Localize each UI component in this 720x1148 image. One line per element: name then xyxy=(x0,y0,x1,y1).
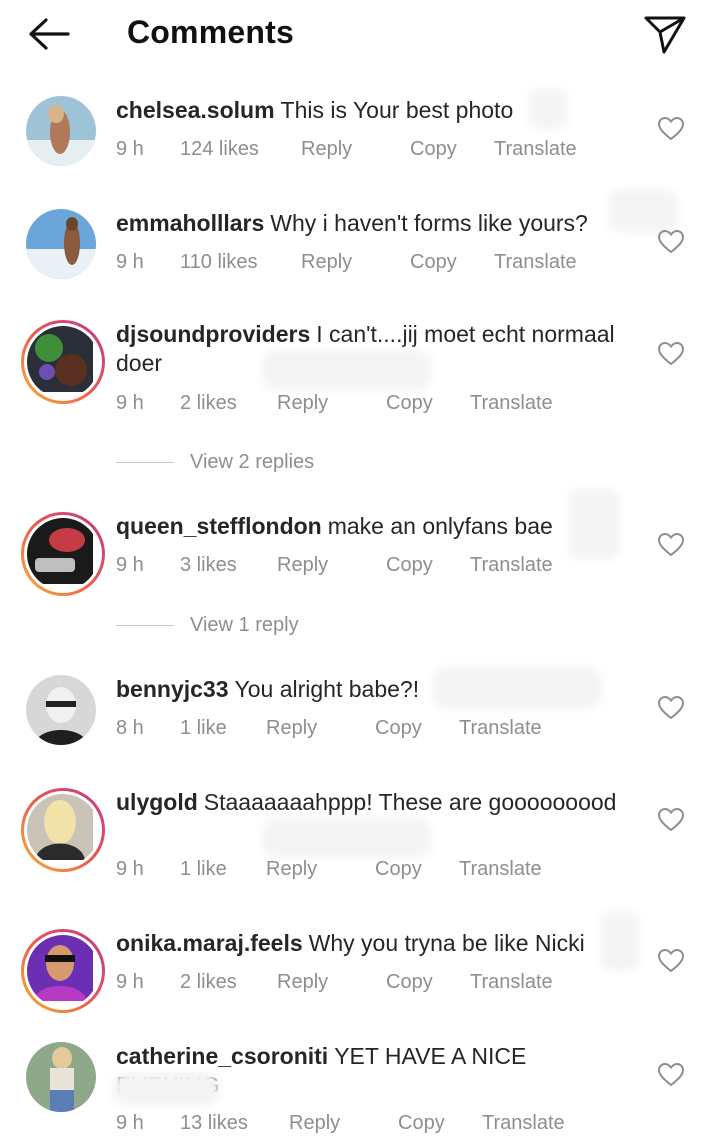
reply-button[interactable]: Reply xyxy=(301,251,410,274)
comment-meta: 9 h 1 like Reply Copy Translate xyxy=(116,858,542,881)
divider-line xyxy=(116,625,174,627)
comment-likes[interactable]: 13 likes xyxy=(180,1112,289,1135)
comment-meta: 9 h 13 likes Reply Copy Translate xyxy=(116,1112,565,1135)
back-button[interactable] xyxy=(24,14,72,54)
copy-button[interactable]: Copy xyxy=(410,138,494,161)
heart-icon[interactable] xyxy=(658,342,684,366)
comment-username[interactable]: djsoundproviders xyxy=(116,321,310,347)
view-replies-label: View 2 replies xyxy=(190,451,315,473)
comment-username[interactable]: catherine_csoroniti xyxy=(116,1043,328,1069)
comment-username[interactable]: bennyjc33 xyxy=(116,676,229,702)
comment-text: Why you tryna be like Nicki xyxy=(308,930,585,956)
reply-button[interactable]: Reply xyxy=(277,392,386,415)
heart-icon[interactable] xyxy=(658,230,684,254)
comment-username[interactable]: emmaholllars xyxy=(116,210,264,236)
avatar[interactable] xyxy=(26,96,96,166)
comment-meta: 8 h 1 like Reply Copy Translate xyxy=(116,717,542,740)
copy-button[interactable]: Copy xyxy=(398,1112,482,1135)
avatar[interactable] xyxy=(26,1042,96,1112)
comment-likes[interactable]: 1 like xyxy=(180,858,266,881)
top-bar: Comments xyxy=(0,0,720,70)
comment-username[interactable]: onika.maraj.feels xyxy=(116,930,303,956)
translate-button[interactable]: Translate xyxy=(459,717,542,740)
translate-button[interactable]: Translate xyxy=(494,251,577,274)
comment-likes[interactable]: 1 like xyxy=(180,717,266,740)
heart-icon[interactable] xyxy=(658,808,684,832)
comment-meta: 9 h 2 likes Reply Copy Translate xyxy=(116,392,553,415)
divider-line xyxy=(116,462,174,464)
translate-button[interactable]: Translate xyxy=(459,858,542,881)
avatar[interactable] xyxy=(21,320,105,404)
comment-meta: 9 h 110 likes Reply Copy Translate xyxy=(116,251,577,274)
heart-icon[interactable] xyxy=(658,696,684,720)
paper-plane-icon xyxy=(644,16,686,54)
copy-button[interactable]: Copy xyxy=(375,858,459,881)
heart-icon[interactable] xyxy=(658,117,684,141)
comment-text: This is Your best photo xyxy=(280,97,514,123)
comment-time: 9 h xyxy=(116,1112,144,1134)
comment-likes[interactable]: 2 likes xyxy=(180,971,277,994)
avatar[interactable] xyxy=(26,209,96,279)
view-replies-label: View 1 reply xyxy=(190,614,299,636)
comment-time: 9 h xyxy=(116,392,144,414)
translate-button[interactable]: Translate xyxy=(470,554,553,577)
copy-button[interactable]: Copy xyxy=(386,554,470,577)
avatar[interactable] xyxy=(21,512,105,596)
comment-meta: 9 h 2 likes Reply Copy Translate xyxy=(116,971,553,994)
avatar[interactable] xyxy=(26,675,96,745)
comment-meta: 9 h 3 likes Reply Copy Translate xyxy=(116,554,553,577)
translate-button[interactable]: Translate xyxy=(470,392,553,415)
avatar[interactable] xyxy=(21,929,105,1013)
avatar[interactable] xyxy=(21,788,105,872)
comment-likes[interactable]: 124 likes xyxy=(180,138,301,161)
copy-button[interactable]: Copy xyxy=(410,251,494,274)
comment-time: 9 h xyxy=(116,251,144,273)
reply-button[interactable]: Reply xyxy=(277,554,386,577)
comment-likes[interactable]: 3 likes xyxy=(180,554,277,577)
copy-button[interactable]: Copy xyxy=(375,717,459,740)
translate-button[interactable]: Translate xyxy=(470,971,553,994)
copy-button[interactable]: Copy xyxy=(386,392,470,415)
heart-icon[interactable] xyxy=(658,949,684,973)
comment-text: Why i haven't forms like yours? xyxy=(270,210,588,236)
reply-button[interactable]: Reply xyxy=(277,971,386,994)
comment-username[interactable]: chelsea.solum xyxy=(116,97,275,123)
comment-time: 9 h xyxy=(116,138,144,160)
comment-likes[interactable]: 110 likes xyxy=(180,251,301,274)
comment-time: 9 h xyxy=(116,971,144,993)
reply-button[interactable]: Reply xyxy=(266,717,375,740)
arrow-left-icon xyxy=(29,18,70,50)
comment-meta: 9 h 124 likes Reply Copy Translate xyxy=(116,138,577,161)
reply-button[interactable]: Reply xyxy=(266,858,375,881)
comment-time: 9 h xyxy=(116,858,144,880)
heart-icon[interactable] xyxy=(658,533,684,557)
page-title: Comments xyxy=(127,14,294,50)
comment-username[interactable]: queen_stefflondon xyxy=(116,513,322,539)
reply-button[interactable]: Reply xyxy=(301,138,410,161)
heart-icon[interactable] xyxy=(658,1063,684,1087)
comment-username[interactable]: ulygold xyxy=(116,789,198,815)
comment-text: Staaaaaaahppp! These are gooooooood xyxy=(203,789,617,815)
comment-likes[interactable]: 2 likes xyxy=(180,392,277,415)
reply-button[interactable]: Reply xyxy=(289,1112,398,1135)
view-replies-button[interactable]: View 2 replies xyxy=(116,451,314,474)
copy-button[interactable]: Copy xyxy=(386,971,470,994)
share-button[interactable] xyxy=(642,10,688,56)
translate-button[interactable]: Translate xyxy=(482,1112,565,1135)
translate-button[interactable]: Translate xyxy=(494,138,577,161)
comment-text: You alright babe?! xyxy=(234,676,420,702)
comment-time: 8 h xyxy=(116,717,144,739)
comment-time: 9 h xyxy=(116,554,144,576)
view-replies-button[interactable]: View 1 reply xyxy=(116,614,299,637)
comment-text: make an onlyfans bae xyxy=(327,513,553,539)
